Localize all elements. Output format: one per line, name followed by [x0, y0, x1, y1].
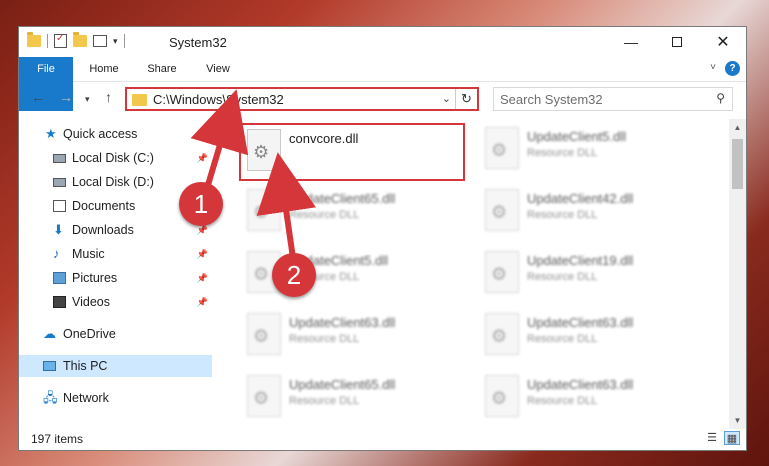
- arrow-2: [256, 152, 316, 259]
- step-2-badge: 2: [272, 253, 316, 297]
- annotation-arrows: [190, 89, 316, 259]
- step-1-badge: 1: [179, 182, 223, 226]
